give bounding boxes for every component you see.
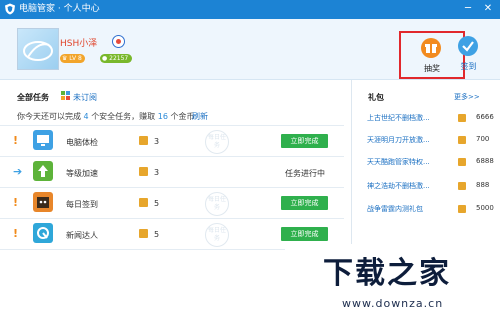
level-badge: ♛ LV 8	[60, 54, 85, 63]
gift-value: 888	[476, 181, 490, 189]
summary-middle: 个安全任务，赚取	[91, 112, 156, 121]
coins-badge: ● 22157	[100, 54, 133, 63]
qq-badge-icon[interactable]	[112, 35, 125, 48]
task-row: ! 电脑体检 3 每日任务 立即完成	[0, 125, 344, 156]
gift-item: 战争雷霆内测礼包 5000	[367, 204, 495, 218]
complete-now-button[interactable]: 立即完成	[281, 134, 328, 148]
gift-value: 700	[476, 135, 490, 143]
coin-icon	[458, 136, 466, 144]
task-reward: 5	[154, 230, 160, 239]
alert-icon: !	[13, 196, 19, 209]
username: HSH小泽	[60, 39, 98, 49]
calendar-icon	[33, 192, 53, 212]
coin-icon	[458, 182, 466, 190]
task-name: 电脑体检	[66, 138, 98, 147]
coin-icon	[139, 229, 148, 238]
task-summary: 你今天还可以完成 4 个安全任务，赚取 16 个金币	[17, 111, 194, 122]
gift-value: 6888	[476, 157, 494, 165]
gift-item: 天涯明月刀开放激... 700	[367, 135, 495, 149]
refresh-link[interactable]: 刷新	[192, 111, 208, 122]
gift-name[interactable]: 天天酷跑管家特权...	[367, 157, 445, 167]
task-reward: 3	[154, 137, 160, 146]
alert-icon: !	[13, 134, 19, 147]
signin-button[interactable]: 签到	[455, 34, 482, 74]
alert-icon: !	[13, 227, 19, 240]
gift-name[interactable]: 天涯明月刀开放激...	[367, 135, 445, 145]
daily-task-stamp: 每日任务	[205, 130, 229, 154]
gift-name[interactable]: 战争雷霆内测礼包	[367, 204, 445, 214]
coin-icon	[139, 167, 148, 176]
watermark-brand: 下载之家	[323, 256, 451, 291]
window-title: 电脑管家 · 个人中心	[19, 4, 100, 14]
news-icon	[33, 223, 53, 243]
gift-value: 5000	[476, 204, 494, 212]
tasks-heading: 全部任务	[17, 93, 49, 102]
complete-now-button[interactable]: 立即完成	[281, 196, 328, 210]
puzzle-icon	[61, 91, 70, 100]
gift-box-icon	[421, 38, 441, 58]
shield-logo-icon	[5, 3, 15, 15]
task-reward: 3	[154, 168, 160, 177]
more-gifts-link[interactable]: 更多>>	[454, 92, 480, 102]
task-row: ! 每日签到 5 每日任务 立即完成	[0, 187, 344, 218]
watermark: 下载之家 www.downza.cn	[285, 244, 500, 321]
minimize-button[interactable]: ─	[461, 2, 475, 16]
gift-item: 神之浩劫不删档激... 888	[367, 181, 495, 195]
gift-item: 天天酷跑管家特权... 6888	[367, 157, 495, 171]
coin-icon	[458, 114, 466, 122]
complete-now-button[interactable]: 立即完成	[281, 227, 328, 241]
unsubscribed-link[interactable]: 未订阅	[73, 92, 97, 103]
lottery-label: 抽奖	[424, 64, 440, 73]
level-value: LV 8	[69, 55, 82, 62]
gift-item: 上古世纪不删档激... 6666	[367, 113, 495, 127]
summary-count: 4	[83, 112, 89, 121]
task-name: 每日签到	[66, 200, 98, 209]
coin-icon	[139, 136, 148, 145]
coin-icon	[458, 205, 466, 213]
signin-label: 签到	[460, 62, 477, 71]
watermark-url: www.downza.cn	[342, 297, 444, 310]
coin-icon	[458, 158, 466, 166]
task-name: 等级加速	[66, 169, 98, 178]
close-button[interactable]: ✕	[481, 2, 495, 16]
avatar[interactable]	[17, 28, 59, 70]
gift-name[interactable]: 神之浩劫不删档激...	[367, 181, 445, 191]
task-status: 任务进行中	[285, 169, 325, 178]
coin-icon	[139, 198, 148, 207]
task-reward: 5	[154, 199, 160, 208]
task-name: 新闻达人	[66, 231, 98, 240]
daily-task-stamp: 每日任务	[205, 192, 229, 216]
avatar-icon	[23, 41, 53, 61]
task-row: ➔ 等级加速 3 任务进行中	[0, 156, 344, 187]
speedup-arrow-icon	[33, 161, 53, 181]
arrow-right-icon: ➔	[13, 165, 23, 178]
task-list: ! 电脑体检 3 每日任务 立即完成 ➔ 等级加速 3 任务进行中 ! 每日签到…	[0, 125, 344, 250]
gifts-title: 礼包	[368, 93, 384, 102]
title-bar: 电脑管家 · 个人中心 ─ ✕	[0, 0, 500, 19]
monitor-icon	[33, 130, 53, 150]
daily-task-stamp: 每日任务	[205, 223, 229, 247]
summary-suffix: 个金币	[170, 112, 195, 121]
profile-header: HSH小泽 ♛ LV 8 ● 22157 抽奖 签到	[0, 19, 500, 80]
checkin-icon	[458, 36, 478, 56]
summary-coins: 16	[157, 112, 168, 121]
gift-name[interactable]: 上古世纪不删档激...	[367, 113, 445, 123]
summary-prefix: 你今天还可以完成	[17, 112, 81, 121]
gift-value: 6666	[476, 113, 494, 121]
coins-value: 22157	[109, 55, 129, 62]
